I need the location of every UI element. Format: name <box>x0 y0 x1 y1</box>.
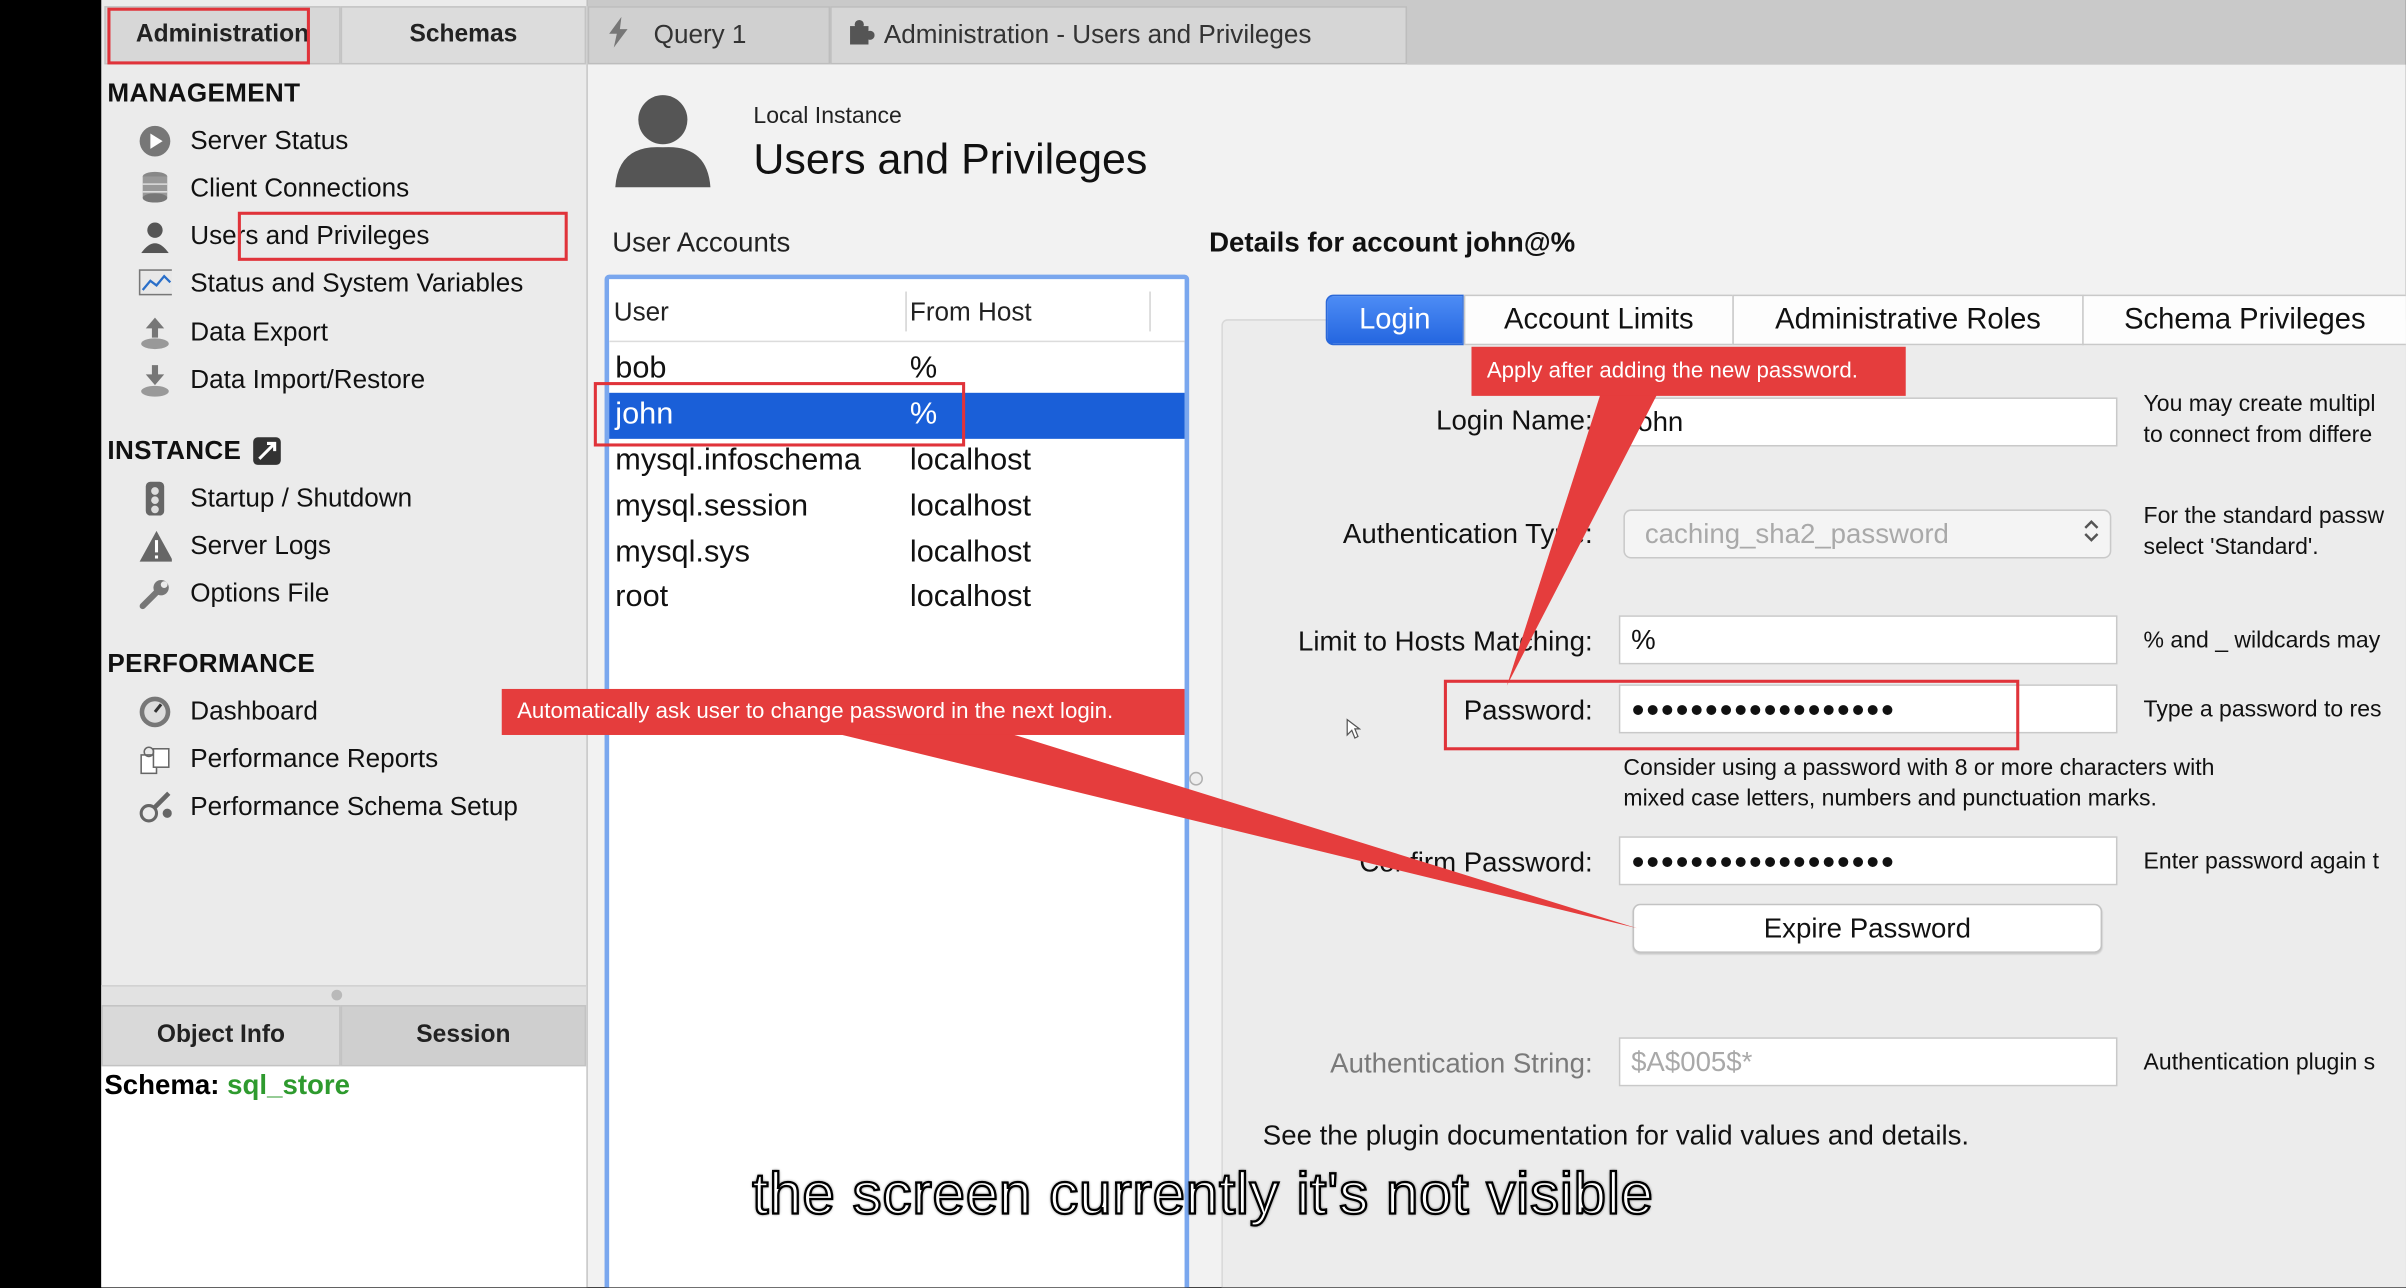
screen: Administration Schemas MANAGEMENT Server… <box>0 0 2406 1288</box>
expire-callout: Automatically ask user to change passwor… <box>501 688 1185 735</box>
video-caption: the screen currently it's not visible <box>751 1162 1654 1229</box>
apply-callout: Apply after adding the new password. <box>1471 346 1906 396</box>
annotation-pointers <box>836 394 1658 929</box>
